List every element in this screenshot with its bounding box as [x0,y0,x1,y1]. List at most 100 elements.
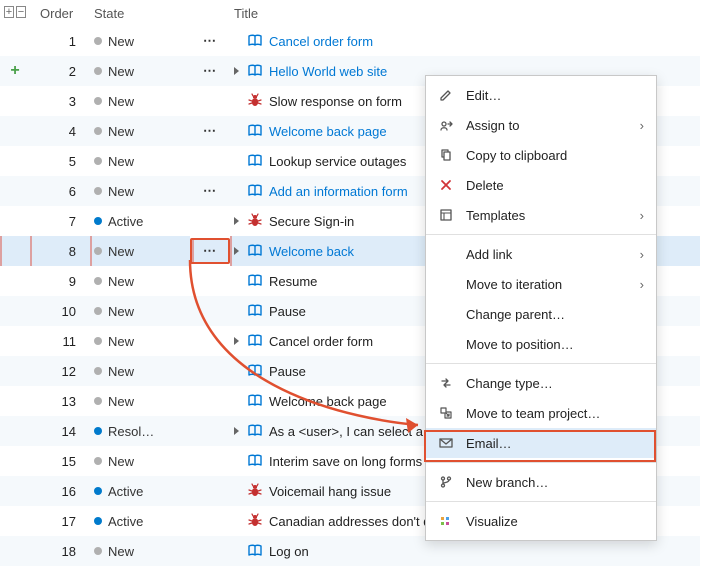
work-item-title[interactable]: Welcome back [269,244,354,259]
row-gutter [0,116,30,146]
expand-chevron-icon[interactable] [234,217,239,225]
state-indicator-icon [94,397,102,405]
menu-item-label: Change parent… [466,307,565,322]
work-item-title[interactable]: Welcome back page [269,124,387,139]
expand-chevron-icon[interactable] [234,247,239,255]
state-cell: New [90,386,190,416]
work-item-title[interactable]: Lookup service outages [269,154,406,169]
user-story-icon [247,33,263,49]
work-item-title[interactable]: Interim save on long forms [269,454,422,469]
menu-item-label: Move to team project… [466,406,600,421]
state-label: New [108,274,134,289]
state-cell: New [90,446,190,476]
column-state[interactable]: State [90,0,190,26]
state-label: New [108,34,134,49]
menu-item-move-to-position[interactable]: Move to position… [426,329,656,359]
menu-item-change-parent[interactable]: Change parent… [426,299,656,329]
bug-icon [247,213,263,229]
state-label: New [108,94,134,109]
order-cell: 15 [30,446,90,476]
row-actions-button[interactable]: ⋯ [190,238,230,264]
work-item-title[interactable]: Secure Sign-in [269,214,354,229]
row-gutter [0,296,30,326]
row-actions-button[interactable]: ⋯ [190,26,230,56]
templates-icon [438,207,454,223]
state-label: New [108,64,134,79]
menu-item-visualize[interactable]: Visualize [426,506,656,536]
expand-all-icon[interactable]: + [4,6,14,18]
work-item-title[interactable]: Cancel order form [269,34,373,49]
order-cell: 5 [30,146,90,176]
user-story-icon [247,333,263,349]
row-actions-button[interactable]: ⋯ [190,56,230,86]
menu-item-label: Email… [466,436,512,451]
menu-item-label: New branch… [466,475,548,490]
row-actions-button [190,446,230,476]
collapse-all-icon[interactable]: − [16,6,26,18]
state-cell: New [90,116,190,146]
state-indicator-icon [94,547,102,555]
state-indicator-icon [94,187,102,195]
order-cell: 16 [30,476,90,506]
menu-item-email[interactable]: Email… [426,428,656,458]
order-cell: 4 [30,116,90,146]
header-expand-controls[interactable]: + − [0,0,30,26]
state-indicator-icon [94,517,102,525]
state-cell: New [90,176,190,206]
work-item-title[interactable]: Slow response on form [269,94,402,109]
order-cell: 17 [30,506,90,536]
branch-icon [438,474,454,490]
column-title[interactable]: Title [230,0,700,26]
work-item-title[interactable]: Add an information form [269,184,408,199]
menu-separator [426,501,656,502]
menu-item-templates[interactable]: Templates› [426,200,656,230]
column-order[interactable]: Order [30,0,90,26]
menu-item-label: Change type… [466,376,553,391]
row-actions-button [190,536,230,566]
menu-item-move-to-iteration[interactable]: Move to iteration› [426,269,656,299]
submenu-chevron-icon: › [640,208,644,223]
menu-item-copy-to-clipboard[interactable]: Copy to clipboard [426,140,656,170]
state-cell: New [90,236,190,266]
menu-item-add-link[interactable]: Add link› [426,239,656,269]
title-cell[interactable]: Cancel order form [230,26,700,56]
state-cell: New [90,296,190,326]
work-item-title[interactable]: Log on [269,544,309,559]
state-cell: New [90,326,190,356]
state-label: New [108,544,134,559]
work-item-title[interactable]: Hello World web site [269,64,387,79]
expand-chevron-icon[interactable] [234,337,239,345]
bug-icon [247,513,263,529]
menu-item-edit[interactable]: Edit… [426,80,656,110]
menu-item-new-branch[interactable]: New branch… [426,467,656,497]
menu-item-delete[interactable]: Delete [426,170,656,200]
row-gutter [0,326,30,356]
row-actions-button[interactable]: ⋯ [190,116,230,146]
work-item-title[interactable]: Voicemail hang issue [269,484,391,499]
order-cell: 18 [30,536,90,566]
state-cell: Active [90,206,190,236]
work-item-title[interactable]: Resume [269,274,317,289]
state-indicator-icon [94,367,102,375]
menu-item-move-to-team-project[interactable]: Move to team project… [426,398,656,428]
assign-icon [438,117,454,133]
add-child-icon[interactable]: + [10,62,19,80]
row-actions-button[interactable]: ⋯ [190,176,230,206]
row-actions-button [190,506,230,536]
row-gutter [0,26,30,56]
menu-item-label: Add link [466,247,512,262]
work-item-title[interactable]: Welcome back page [269,394,387,409]
expand-chevron-icon[interactable] [234,427,239,435]
user-story-icon [247,273,263,289]
state-indicator-icon [94,247,102,255]
row-actions-button [190,266,230,296]
row-gutter [0,536,30,566]
menu-item-change-type[interactable]: Change type… [426,368,656,398]
work-item-title[interactable]: Pause [269,364,306,379]
work-item-title[interactable]: Cancel order form [269,334,373,349]
state-indicator-icon [94,307,102,315]
user-story-icon [247,243,263,259]
menu-item-assign-to[interactable]: Assign to› [426,110,656,140]
expand-chevron-icon[interactable] [234,67,239,75]
work-item-title[interactable]: Pause [269,304,306,319]
